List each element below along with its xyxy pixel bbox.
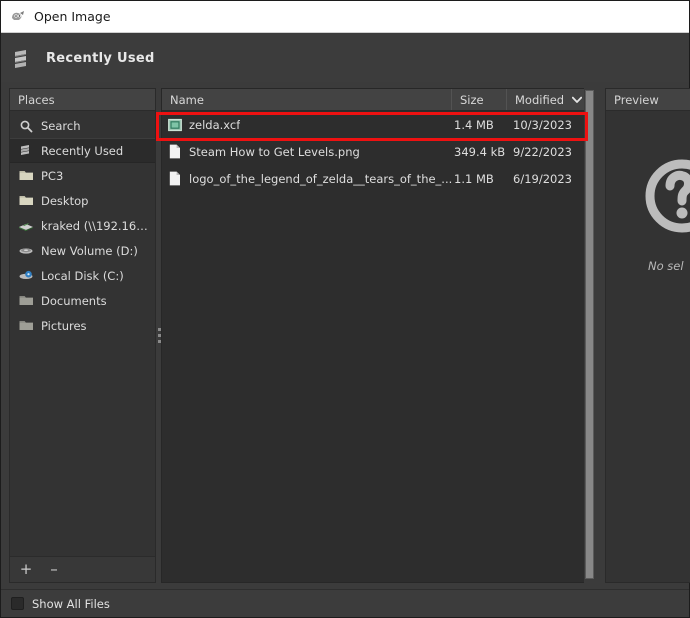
places-header: Places (10, 89, 155, 111)
bottom-bar: Show All Files (1, 589, 689, 617)
table-row[interactable]: zelda.xcf 1.4 MB 10/3/2023 (162, 111, 594, 138)
sidebar-item-pc3[interactable]: PC3 (10, 163, 155, 188)
sidebar-item-label: PC3 (41, 168, 64, 183)
search-icon (18, 118, 34, 134)
sidebar-item-search[interactable]: Search (10, 113, 155, 138)
places-sidebar: Places Search Recently Used PC3 Desktop … (9, 88, 156, 583)
sidebar-item-label: Search (41, 118, 81, 133)
places-footer: + – (10, 556, 155, 582)
file-name-label: Steam How to Get Levels.png (189, 144, 360, 159)
dialog-body: Places Search Recently Used PC3 Desktop … (1, 82, 690, 589)
file-list-pane: Name Size Modified zelda.xcf 1.4 MB 10/3… (161, 88, 595, 583)
preview-empty-label: No sel (648, 259, 684, 273)
scrollbar-thumb[interactable] (585, 90, 594, 579)
document-file-icon (168, 171, 182, 186)
disk-icon (18, 268, 34, 284)
table-row[interactable]: logo_of_the_legend_of_zelda__tears_of_th… (162, 165, 594, 192)
drive-icon (18, 243, 34, 259)
question-mark-circle-icon (642, 156, 690, 236)
sidebar-item-label: Pictures (41, 318, 87, 333)
show-all-files-checkbox[interactable] (11, 597, 24, 610)
sidebar-item-desktop[interactable]: Desktop (10, 188, 155, 213)
location-header-label: Recently Used (46, 50, 155, 66)
places-list[interactable]: Search Recently Used PC3 Desktop kraked … (10, 111, 155, 556)
network-drive-icon (18, 218, 34, 234)
gimp-wilber-icon (9, 8, 27, 26)
preview-pane: Preview No sel (605, 88, 690, 583)
file-size-cell: 349.4 kB (454, 144, 506, 159)
file-list-body[interactable]: zelda.xcf 1.4 MB 10/3/2023 Steam How to … (162, 111, 594, 192)
remove-place-button[interactable]: – (46, 562, 62, 578)
sidebar-item-label: Local Disk (C:) (41, 268, 124, 283)
column-header-modified[interactable]: Modified (507, 89, 594, 110)
chevron-down-icon (572, 95, 583, 105)
sidebar-item-label: New Volume (D:) (41, 243, 138, 258)
recent-stack-icon (18, 143, 34, 159)
preview-header: Preview (606, 89, 690, 111)
file-size-cell: 1.1 MB (454, 171, 494, 186)
sidebar-item-kraked-network[interactable]: kraked (\\192.168.... (10, 213, 155, 238)
file-name-cell: zelda.xcf (162, 117, 452, 132)
file-list-scrollbar[interactable] (584, 88, 595, 583)
column-header-name[interactable]: Name (162, 89, 452, 110)
table-row[interactable]: Steam How to Get Levels.png 349.4 kB 9/2… (162, 138, 594, 165)
document-file-icon (168, 144, 182, 159)
sidebar-item-label: Documents (41, 293, 107, 308)
location-header: Recently Used (1, 34, 689, 82)
file-size-cell: 1.4 MB (454, 117, 494, 132)
sidebar-item-recently-used[interactable]: Recently Used (10, 138, 155, 163)
add-place-button[interactable]: + (18, 562, 34, 578)
open-image-dialog: Open Image Recently Used Places Search R… (0, 0, 690, 618)
sidebar-item-local-disk-c[interactable]: Local Disk (C:) (10, 263, 155, 288)
folder-icon (18, 168, 34, 184)
sidebar-item-pictures[interactable]: Pictures (10, 313, 155, 338)
file-modified-cell: 6/19/2023 (513, 171, 572, 186)
folder-gray-icon (18, 293, 34, 309)
folder-gray-icon (18, 318, 34, 334)
recently-used-stack-icon (11, 47, 35, 69)
file-name-cell: logo_of_the_legend_of_zelda__tears_of_th… (162, 171, 452, 186)
sidebar-item-new-volume-d[interactable]: New Volume (D:) (10, 238, 155, 263)
column-header-size[interactable]: Size (452, 89, 507, 110)
show-all-files-label: Show All Files (32, 596, 110, 611)
file-name-label: logo_of_the_legend_of_zelda__tears_of_th… (189, 171, 452, 186)
window-titlebar: Open Image (1, 1, 689, 33)
file-modified-cell: 9/22/2023 (513, 144, 572, 159)
file-list-header: Name Size Modified (162, 89, 594, 111)
file-modified-cell: 10/3/2023 (513, 117, 572, 132)
sidebar-item-label: Recently Used (41, 143, 124, 158)
file-name-label: zelda.xcf (189, 117, 241, 132)
xcf-image-file-icon (168, 117, 182, 132)
column-header-modified-label: Modified (515, 92, 565, 107)
sidebar-item-label: Desktop (41, 193, 89, 208)
folder-icon (18, 193, 34, 209)
file-name-cell: Steam How to Get Levels.png (162, 144, 452, 159)
window-title: Open Image (34, 9, 111, 24)
sidebar-item-documents[interactable]: Documents (10, 288, 155, 313)
preview-body: No sel (606, 111, 690, 582)
sidebar-item-label: kraked (\\192.168.... (41, 218, 155, 233)
